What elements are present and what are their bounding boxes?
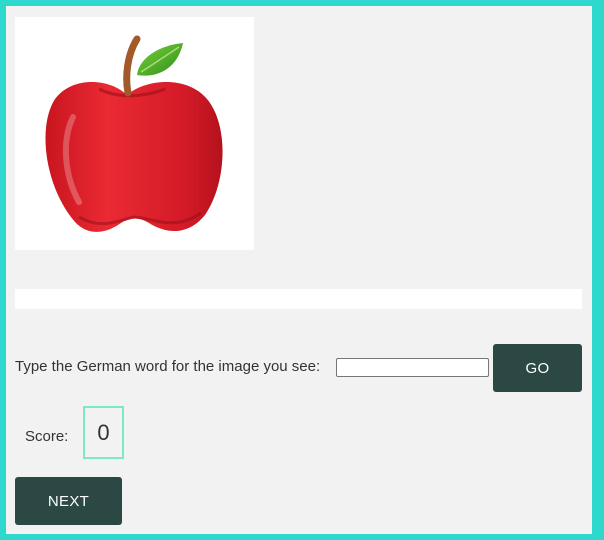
apple-image	[45, 35, 223, 232]
score-label: Score:	[25, 428, 69, 445]
go-button[interactable]: GO	[493, 344, 582, 392]
answer-row: Type the German word for the image you s…	[15, 344, 582, 392]
feedback-bar	[15, 289, 582, 309]
quiz-image	[15, 17, 254, 250]
answer-input[interactable]	[336, 358, 489, 377]
prompt-label: Type the German word for the image you s…	[15, 358, 321, 375]
score-value: 0	[83, 406, 124, 459]
quiz-panel: Type the German word for the image you s…	[6, 6, 592, 534]
next-button[interactable]: NEXT	[15, 477, 122, 525]
